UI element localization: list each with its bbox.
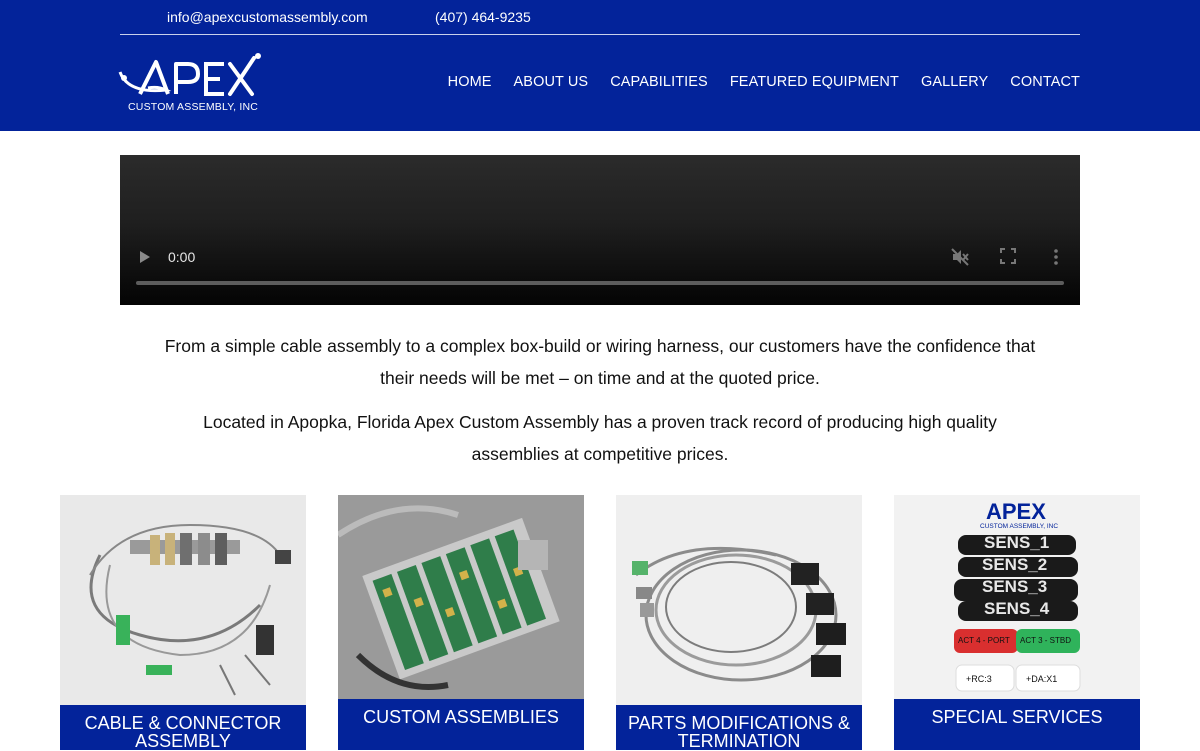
sleeve-label-4: SENS_4 (984, 599, 1050, 618)
service-card-parts-modifications[interactable]: PARTS MODIFICATIONS & TERMINATION (616, 495, 862, 750)
colored-tag-2: ACT 3 - STBD (1020, 636, 1071, 645)
intro-paragraph-2: Located in Apopka, Florida Apex Custom A… (203, 412, 997, 464)
card-label-custom-assemblies[interactable]: CUSTOM ASSEMBLIES (338, 699, 584, 750)
intro-text: From a simple cable assembly to a comple… (160, 330, 1040, 482)
phone-link[interactable]: (407) 464-9235 (435, 9, 531, 25)
card-label-parts-modifications[interactable]: PARTS MODIFICATIONS & TERMINATION (616, 705, 862, 750)
main-nav: HOME ABOUT US CAPABILITIES FEATURED EQUI… (448, 74, 1080, 90)
more-options-icon[interactable] (1049, 248, 1063, 266)
photo-logo-tagline: CUSTOM ASSEMBLY, INC (980, 523, 1058, 530)
photo-logo-wordmark: APEX (986, 499, 1046, 524)
play-icon[interactable] (138, 250, 152, 264)
mute-icon[interactable] (950, 247, 970, 267)
service-card-special-services[interactable]: APEX CUSTOM ASSEMBLY, INC SENS_1 SENS_2 … (894, 495, 1140, 750)
nav-capabilities[interactable]: CAPABILITIES (610, 74, 708, 90)
card-label-special-services[interactable]: SPECIAL SERVICES (894, 699, 1140, 750)
nav-gallery[interactable]: GALLERY (921, 74, 988, 90)
nav-contact[interactable]: CONTACT (1010, 74, 1080, 90)
intro-paragraph-1: From a simple cable assembly to a comple… (164, 336, 1036, 388)
email-link[interactable]: info@apexcustomassembly.com (167, 9, 368, 25)
apex-logo[interactable]: CUSTOM ASSEMBLY, INC (118, 50, 268, 116)
nav-featured-equipment[interactable]: FEATURED EQUIPMENT (730, 74, 899, 90)
fullscreen-icon[interactable] (1000, 248, 1016, 264)
nav-about-us[interactable]: ABOUT US (514, 74, 589, 90)
video-time: 0:00 (168, 249, 196, 265)
video-player[interactable]: 0:00 (120, 155, 1080, 305)
service-card-cable-connector[interactable]: CABLE & CONNECTOR ASSEMBLY (60, 495, 306, 750)
cable-assembly-photo (60, 495, 306, 705)
custom-assemblies-photo (338, 495, 584, 705)
sleeve-label-3: SENS_3 (982, 577, 1047, 596)
site-header: info@apexcustomassembly.com (407) 464-92… (0, 0, 1200, 131)
white-tag-1: +RC:3 (966, 674, 992, 684)
colored-tag-1: ACT 4 - PORT (958, 636, 1010, 645)
sleeve-label-2: SENS_2 (982, 555, 1047, 574)
top-contact-bar: info@apexcustomassembly.com (407) 464-92… (120, 0, 1080, 35)
parts-modifications-photo (616, 495, 862, 705)
service-card-custom-assemblies[interactable]: CUSTOM ASSEMBLIES (338, 495, 584, 750)
logo-tagline: CUSTOM ASSEMBLY, INC (128, 101, 258, 113)
special-services-photo: APEX CUSTOM ASSEMBLY, INC SENS_1 SENS_2 … (894, 495, 1140, 705)
card-label-cable-connector[interactable]: CABLE & CONNECTOR ASSEMBLY (60, 705, 306, 750)
sleeve-label-1: SENS_1 (984, 533, 1049, 552)
white-tag-2: +DA:X1 (1026, 674, 1057, 684)
nav-home[interactable]: HOME (448, 74, 492, 90)
video-progress-bar[interactable] (136, 281, 1064, 285)
service-cards: CABLE & CONNECTOR ASSEMBLY CUSTOM ASSEMB… (60, 495, 1140, 750)
